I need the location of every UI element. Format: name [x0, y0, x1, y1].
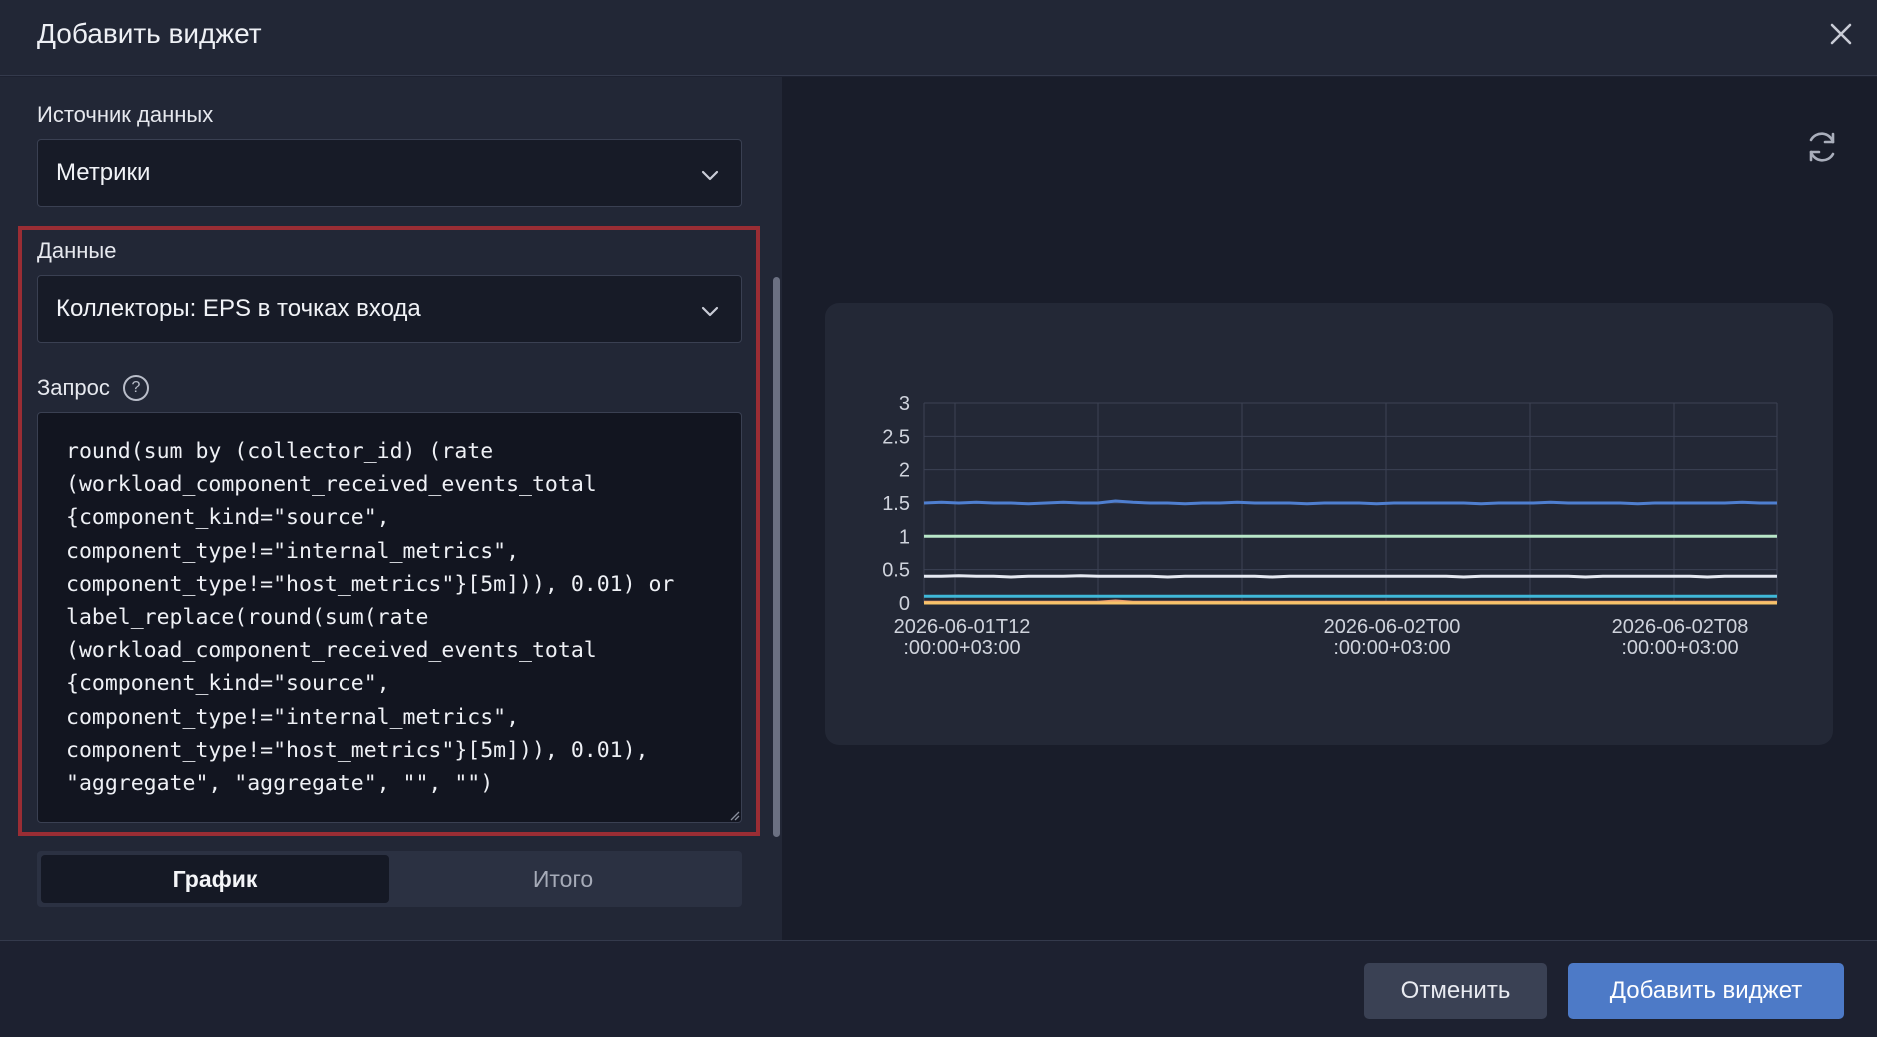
refresh-button[interactable] [1798, 123, 1846, 171]
chevron-down-icon [701, 170, 719, 181]
y-tick-label: 3 [899, 393, 910, 415]
series-line-3 [924, 574, 1777, 579]
refresh-icon [1809, 132, 1835, 162]
x-tick-label: 2026-06-02T00:00:00+03:00 [1324, 616, 1461, 659]
resize-grip-icon[interactable] [729, 810, 740, 821]
x-tick-label: 2026-06-01T12:00:00+03:00 [894, 616, 1031, 659]
y-tick-label: 0 [899, 593, 910, 615]
chevron-down-icon [701, 306, 719, 317]
source-label: Источник данных [37, 102, 214, 127]
tab-total[interactable]: Итого [389, 855, 737, 903]
close-icon [1830, 23, 1852, 45]
dialog-title: Добавить виджет [37, 18, 262, 49]
tab-graph[interactable]: График [41, 855, 389, 903]
dialog-header: Добавить виджет [0, 0, 1877, 76]
dialog-footer: Отменить Добавить виджет [0, 940, 1877, 1037]
preview-panel: 0 0.5 1 1.5 2 2.5 3 2026-06-01T12:00:00+03:00 20… [782, 77, 1877, 940]
view-tabs: График Итого [37, 851, 742, 907]
data-select-value: Коллекторы: EPS в точках входа [56, 295, 421, 322]
y-tick-label: 1.5 [882, 493, 910, 515]
scrollbar[interactable] [773, 277, 780, 837]
query-textarea[interactable]: round(sum by (collector_id) (rate (workl… [37, 412, 742, 823]
y-tick-label: 0.5 [882, 560, 910, 582]
line-chart: 0 0.5 1 1.5 2 2.5 3 2026-06-01T12:00:00+03:00 20… [882, 393, 1778, 659]
form-panel: Источник данных Метрики Данные Коллектор… [0, 77, 782, 940]
data-select[interactable]: Коллекторы: EPS в точках входа [37, 275, 742, 343]
source-select-value: Метрики [56, 159, 151, 186]
chart-card: 0 0.5 1 1.5 2 2.5 3 2026-06-01T12:00:00+03:00 20… [825, 303, 1833, 745]
source-select[interactable]: Метрики [37, 139, 742, 207]
y-tick-label: 2.5 [882, 426, 910, 448]
close-button[interactable] [1821, 14, 1861, 54]
query-label: Запрос [37, 375, 110, 400]
x-tick-label: 2026-06-02T08:00:00+03:00 [1612, 616, 1749, 659]
y-tick-label: 1 [899, 526, 910, 548]
add-widget-button[interactable]: Добавить виджет [1568, 963, 1844, 1019]
help-icon[interactable]: ? [123, 375, 149, 401]
y-tick-label: 2 [899, 460, 910, 482]
series-line-1 [923, 499, 1777, 506]
data-label: Данные [37, 238, 117, 263]
cancel-button[interactable]: Отменить [1364, 963, 1547, 1019]
